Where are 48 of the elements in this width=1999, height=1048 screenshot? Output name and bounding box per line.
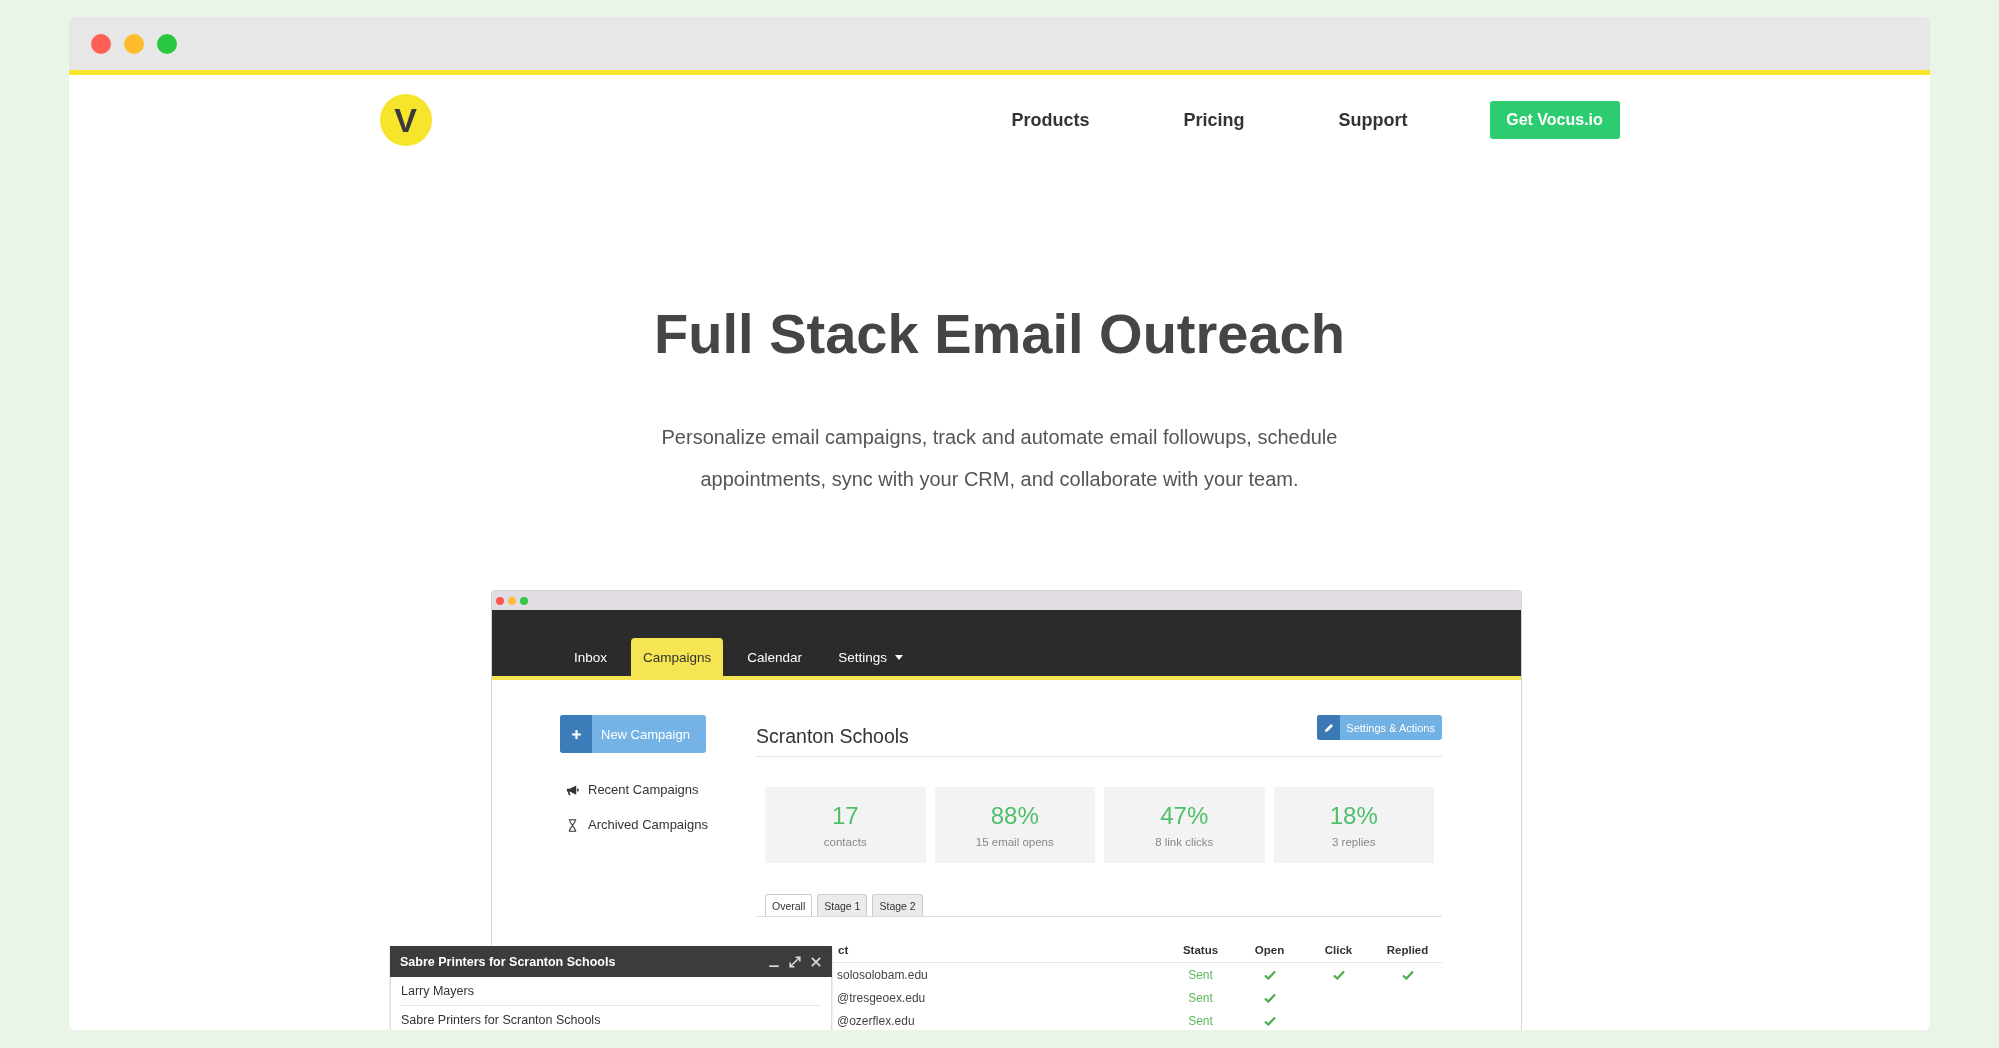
status-cell-text: Sent: [1187, 967, 1214, 982]
window-minimize-icon: [508, 596, 516, 605]
contact-cell-text: solosolobam.edu: [836, 967, 929, 982]
popup-row-text: Sabre Printers for Scranton Schools: [401, 1005, 821, 1030]
pencil-icon: [1317, 715, 1341, 740]
nav-tab[interactable]: Campaigns: [631, 638, 724, 676]
stat-label: 3 replies: [1332, 835, 1376, 850]
window-maximize-icon: [520, 596, 528, 605]
column-header: Click: [1323, 944, 1354, 956]
nav-tab[interactable]: Settings: [826, 638, 915, 676]
stage-tab[interactable]: Stage 1: [817, 894, 868, 916]
hourglass-icon: [566, 818, 579, 832]
column-header: Status: [1181, 944, 1220, 956]
stage-tab[interactable]: Stage 2: [872, 894, 923, 916]
column-header: Open: [1253, 944, 1286, 956]
stat-value: 18%: [1329, 802, 1378, 830]
caret-icon: [894, 654, 903, 660]
logo[interactable]: V: [379, 94, 432, 146]
stat-label: 8 link clicks: [1155, 835, 1214, 850]
stat-label: contacts: [823, 835, 867, 850]
contact-cell-text: @ozerflex.edu: [836, 1013, 916, 1028]
stage-tab[interactable]: Overall: [765, 894, 813, 916]
nav-link[interactable]: Pricing: [1183, 109, 1245, 131]
nav-link[interactable]: Products: [1011, 109, 1090, 131]
popup-row-text: Larry Mayers: [401, 983, 475, 1000]
hero-subtitle: Personalize email campaigns, track and automate email followups, schedule appointments, sync with your CRM, and collaborate with your team.: [660, 425, 1339, 492]
plus-icon: [560, 715, 592, 753]
megaphone-icon: [566, 783, 579, 797]
nav-link[interactable]: Support: [1338, 109, 1408, 131]
campaign-title: Scranton Schools: [756, 724, 909, 748]
column-header: Replied: [1385, 944, 1430, 956]
status-cell-text: Sent: [1187, 1013, 1214, 1028]
contact-cell-text: @tresgeoex.edu: [836, 990, 927, 1005]
stat-label: 15 email opens: [975, 835, 1054, 850]
status-cell-text: Sent: [1187, 990, 1214, 1005]
sidebar-link[interactable]: Recent Campaigns: [560, 780, 699, 800]
close-icon[interactable]: [810, 955, 822, 968]
hero-title: Full Stack Email Outreach: [654, 301, 1345, 367]
sidebar-link[interactable]: Archived Campaigns: [560, 815, 708, 835]
stat-value: 88%: [990, 802, 1039, 830]
stat-value: 47%: [1160, 802, 1209, 830]
expand-icon[interactable]: [789, 955, 801, 968]
nav-tab[interactable]: Inbox: [562, 638, 620, 676]
popup-title: Sabre Printers for Scranton Schools: [400, 954, 616, 969]
column-header: ct: [837, 944, 850, 956]
window-close-icon: [496, 596, 504, 605]
stat-value: 17: [831, 802, 859, 830]
nav-tab[interactable]: Calendar: [735, 638, 815, 676]
